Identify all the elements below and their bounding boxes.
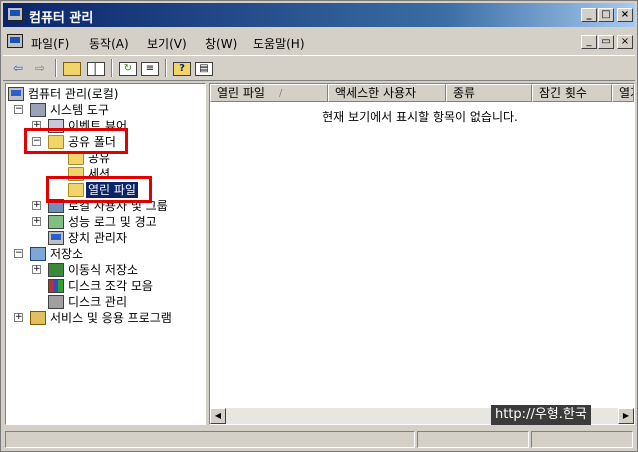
device-manager-icon: [48, 231, 64, 245]
expand-toggle[interactable]: +: [32, 265, 41, 274]
computer-icon: [8, 87, 24, 101]
mdi-restore-button[interactable]: ▭: [598, 35, 614, 49]
services-icon: [30, 311, 46, 325]
toolbar-separator: [55, 59, 57, 77]
removable-storage-icon: [48, 263, 64, 277]
forward-arrow-icon[interactable]: ⇨: [31, 60, 49, 76]
highlight-box-open-files: [46, 176, 152, 203]
performance-logs-icon: [48, 215, 64, 229]
expand-toggle[interactable]: +: [14, 313, 23, 322]
menu-window[interactable]: 창(W): [205, 35, 237, 52]
tree-item-device-manager[interactable]: 장치 관리자: [8, 230, 204, 246]
column-header-lock-count[interactable]: 잠긴 횟수: [532, 84, 612, 102]
computer-management-window: 컴퓨터 관리 _ □ × 파일(F) 동작(A) 보기(V) 창(W) 도움말(…: [0, 0, 638, 452]
expand-toggle[interactable]: +: [32, 217, 41, 226]
system-tools-icon: [30, 103, 46, 117]
tree-item-computer-management-local[interactable]: 컴퓨터 관리(로컬): [8, 86, 204, 102]
tree-item-services-applications[interactable]: + 서비스 및 응용 프로그램: [8, 310, 204, 326]
maximize-button[interactable]: □: [598, 8, 614, 22]
status-panel-3: [531, 431, 633, 448]
minimize-button[interactable]: _: [581, 8, 597, 22]
storage-icon: [30, 247, 46, 261]
toolbar-separator: [165, 59, 167, 77]
tree-item-disk-defragmenter[interactable]: 디스크 조각 모음: [8, 278, 204, 294]
tree-item-performance-logs[interactable]: + 성능 로그 및 경고: [8, 214, 204, 230]
details-pane[interactable]: 열린 파일/ 액세스한 사용자 종류 잠긴 횟수 열기 현재 보기에서 표시할 …: [209, 83, 635, 425]
menu-action[interactable]: 동작(A): [89, 35, 129, 52]
tree-item-disk-management[interactable]: 디스크 관리: [8, 294, 204, 310]
show-hide-tree-icon[interactable]: [87, 62, 105, 76]
status-bar: [3, 429, 635, 449]
list-header: 열린 파일/ 액세스한 사용자 종류 잠긴 횟수 열기: [210, 84, 634, 102]
help-icon[interactable]: ?: [173, 62, 191, 76]
menu-bar: 파일(F) 동작(A) 보기(V) 창(W) 도움말(H) _ ▭ ×: [3, 31, 635, 53]
disk-management-icon: [48, 295, 64, 309]
column-header-open-mode[interactable]: 열기: [612, 84, 634, 102]
toolbar-separator: [111, 59, 113, 77]
watermark: http://우형.한국: [491, 405, 591, 425]
mdi-close-button[interactable]: ×: [617, 35, 633, 49]
empty-list-message: 현재 보기에서 표시할 항목이 없습니다.: [322, 110, 518, 124]
expand-toggle[interactable]: +: [32, 201, 41, 210]
title-bar[interactable]: 컴퓨터 관리 _ □ ×: [3, 3, 635, 27]
tree-item-storage[interactable]: − 저장소: [8, 246, 204, 262]
menu-help[interactable]: 도움말(H): [253, 35, 305, 52]
computer-management-icon: [7, 7, 23, 21]
window-title: 컴퓨터 관리: [29, 11, 94, 26]
scroll-left-icon[interactable]: ◀: [210, 408, 226, 424]
properties-icon[interactable]: ▤: [195, 62, 213, 76]
toolbar: ⇦ ⇨ ↻ ≡ ? ▤: [3, 55, 635, 81]
up-folder-icon[interactable]: [63, 62, 81, 76]
collapse-toggle[interactable]: −: [14, 105, 23, 114]
tree-item-system-tools[interactable]: − 시스템 도구: [8, 102, 204, 118]
column-header-open-file[interactable]: 열린 파일 /: [210, 84, 328, 102]
close-button[interactable]: ×: [617, 8, 633, 22]
export-list-icon[interactable]: ≡: [141, 62, 159, 76]
column-header-type[interactable]: 종류: [446, 84, 532, 102]
status-panel-2: [417, 431, 529, 448]
refresh-icon[interactable]: ↻: [119, 62, 137, 76]
highlight-box-shared-folders: [24, 128, 128, 154]
tree-item-removable-storage[interactable]: + 이동식 저장소: [8, 262, 204, 278]
collapse-toggle[interactable]: −: [14, 249, 23, 258]
menu-view[interactable]: 보기(V): [147, 35, 187, 52]
column-header-accessed-by[interactable]: 액세스한 사용자: [328, 84, 446, 102]
child-window-icon[interactable]: [7, 34, 23, 48]
status-panel-main: [5, 431, 415, 448]
mdi-minimize-button[interactable]: _: [581, 35, 597, 49]
console-tree[interactable]: 컴퓨터 관리(로컬) − 시스템 도구 + 이벤트 뷰어 − 공유 폴더 공유 …: [5, 83, 206, 425]
menu-file[interactable]: 파일(F): [31, 35, 69, 52]
back-arrow-icon[interactable]: ⇦: [9, 60, 27, 76]
scroll-right-icon[interactable]: ▶: [618, 408, 634, 424]
defragmenter-icon: [48, 279, 64, 293]
sort-indicator-icon: /: [279, 88, 283, 99]
